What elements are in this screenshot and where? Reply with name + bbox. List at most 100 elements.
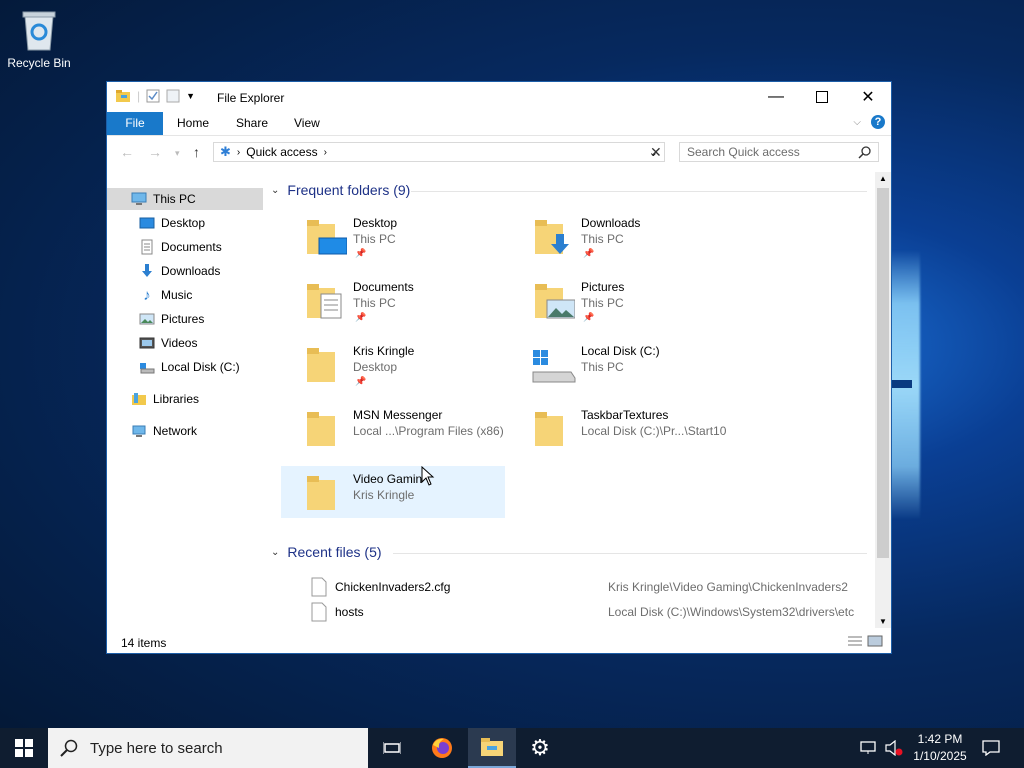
back-arrow-icon[interactable]: ← [120, 144, 134, 160]
details-view-icon[interactable] [847, 635, 863, 647]
folder-name: Video Gamin [353, 472, 423, 486]
frequent-folders-header[interactable]: ⌄ Frequent folders (9) [271, 182, 410, 198]
downloads-folder-icon [535, 220, 569, 254]
minimize-button[interactable]: — [753, 82, 799, 112]
forward-arrow-icon[interactable]: → [148, 144, 162, 160]
tab-home[interactable]: Home [177, 112, 209, 135]
breadcrumb-chevron-icon[interactable]: › [324, 147, 327, 158]
volume-tray-icon[interactable] [884, 728, 904, 768]
drive-icon [139, 359, 155, 375]
folder-tile-pictures[interactable]: Pictures This PC 📌 [509, 274, 733, 326]
clock-date: 1/10/2025 [913, 749, 967, 763]
tab-file[interactable]: File [107, 112, 163, 135]
new-folder-icon[interactable] [166, 89, 180, 103]
folder-name: TaskbarTextures [581, 408, 669, 422]
folder-location: This PC [581, 360, 624, 374]
system-clock[interactable]: 1:42 PM 1/10/2025 [912, 731, 968, 765]
gear-icon: ⚙ [530, 735, 550, 760]
up-arrow-icon[interactable]: ↑ [193, 144, 200, 160]
recent-file-row[interactable]: hosts Local Disk (C:)\Windows\System32\d… [291, 601, 861, 623]
title-bar[interactable]: | ▼ File Explorer — ✕ [107, 82, 891, 112]
pin-icon[interactable]: 📌 [355, 312, 366, 323]
nav-item-documents[interactable]: Documents [107, 236, 263, 258]
breadcrumb-chevron-icon[interactable]: › [237, 147, 240, 158]
nav-item-downloads[interactable]: Downloads [107, 260, 263, 282]
recycle-bin-desktop-icon[interactable]: Recycle Bin [6, 8, 72, 70]
group-title: Recent files (5) [287, 544, 382, 560]
folder-tile-msn-messenger[interactable]: MSN Messenger Local ...\Program Files (x… [281, 402, 505, 454]
minimize-icon: — [768, 88, 784, 105]
properties-icon[interactable] [146, 89, 160, 103]
folder-tile-kris-kringle[interactable]: Kris Kringle Desktop 📌 [281, 338, 505, 390]
search-input[interactable]: Search Quick access [679, 142, 879, 162]
quick-access-star-icon: ✱ [220, 144, 231, 159]
toolbar-separator: | [137, 89, 141, 103]
nav-label: Videos [161, 336, 198, 350]
help-icon[interactable]: ? [871, 115, 885, 129]
pin-icon[interactable]: 📌 [583, 248, 594, 259]
folder-tile-desktop[interactable]: Desktop This PC 📌 [281, 210, 505, 262]
nav-label: Local Disk (C:) [161, 360, 240, 374]
nav-item-videos[interactable]: Videos [107, 332, 263, 354]
tab-view[interactable]: View [294, 112, 320, 135]
nav-item-local-disk[interactable]: Local Disk (C:) [107, 356, 263, 378]
large-icons-view-icon[interactable] [867, 635, 883, 647]
maximize-button[interactable] [799, 82, 845, 112]
taskbar-search-box[interactable]: Type here to search [48, 728, 368, 768]
file-icon [311, 577, 327, 597]
nav-item-pictures[interactable]: Pictures [107, 308, 263, 330]
firefox-taskbar-button[interactable] [418, 728, 466, 768]
folder-name: Desktop [353, 216, 398, 230]
nav-item-this-pc[interactable]: This PC [107, 188, 263, 210]
scroll-up-icon[interactable]: ▲ [879, 174, 887, 183]
action-center-button[interactable] [982, 728, 1000, 768]
folder-tile-video-gaming[interactable]: Video Gamin Kris Kringle [281, 466, 505, 518]
folder-tile-taskbartextures[interactable]: TaskbarTextures Local Disk (C:)\Pr...\St… [509, 402, 733, 454]
collapse-chevron-icon: ⌄ [271, 546, 280, 558]
nav-item-libraries[interactable]: Libraries [107, 388, 263, 410]
scrollbar-thumb[interactable] [877, 188, 889, 558]
expand-ribbon-chevron-icon[interactable]: ⌵ [853, 117, 861, 128]
pin-icon[interactable]: 📌 [355, 248, 366, 259]
network-icon [131, 423, 147, 439]
folder-location: Local ...\Program Files (x86) [353, 424, 504, 438]
task-view-button[interactable] [368, 728, 416, 768]
start-button[interactable] [0, 728, 48, 768]
clear-address-icon[interactable]: ✕ [650, 144, 662, 161]
scroll-down-icon[interactable]: ▼ [879, 617, 887, 626]
nav-item-network[interactable]: Network [107, 420, 263, 442]
address-bar[interactable]: ✱ › Quick access › ⌄ [213, 142, 665, 162]
pin-icon[interactable]: 📌 [583, 312, 594, 323]
settings-taskbar-button[interactable]: ⚙ [516, 728, 564, 768]
group-divider [411, 191, 867, 192]
recent-locations-chevron-icon[interactable]: ▾ [175, 148, 180, 159]
folder-location: This PC [581, 232, 624, 246]
volume-muted-icon [885, 740, 903, 756]
tab-share[interactable]: Share [236, 112, 268, 135]
close-button[interactable]: ✕ [845, 82, 891, 112]
recent-file-row[interactable]: ChickenInvaders2.cfg Kris Kringle\Video … [291, 576, 861, 598]
computer-icon [131, 191, 147, 207]
file-explorer-taskbar-button[interactable] [468, 728, 516, 768]
pin-icon[interactable]: 📌 [355, 376, 366, 387]
taskbar: Type here to search ⚙ 1:42 PM 1/10/2025 [0, 728, 1024, 768]
recent-files-header[interactable]: ⌄ Recent files (5) [271, 544, 382, 560]
folder-icon [481, 738, 503, 756]
nav-label: Music [161, 288, 193, 302]
desktop-folder-icon [307, 220, 347, 255]
vertical-scrollbar[interactable]: ▲ ▼ [875, 172, 891, 628]
folder-tile-local-disk[interactable]: Local Disk (C:) This PC [509, 338, 733, 390]
search-placeholder: Search Quick access [687, 145, 800, 159]
folder-tile-downloads[interactable]: Downloads This PC 📌 [509, 210, 733, 262]
recycle-bin-icon [22, 11, 56, 51]
documents-folder-icon [307, 284, 342, 319]
maximize-icon [816, 91, 828, 103]
customize-toolbar-chevron-icon[interactable]: ▼ [186, 91, 195, 101]
folder-tile-documents[interactable]: Documents This PC 📌 [281, 274, 505, 326]
network-tray-icon[interactable] [860, 728, 878, 768]
breadcrumb-quick-access[interactable]: Quick access [246, 145, 317, 159]
pictures-icon [139, 311, 155, 327]
network-icon [860, 741, 876, 754]
nav-item-music[interactable]: ♪ Music [107, 284, 263, 306]
nav-item-desktop[interactable]: Desktop [107, 212, 263, 234]
